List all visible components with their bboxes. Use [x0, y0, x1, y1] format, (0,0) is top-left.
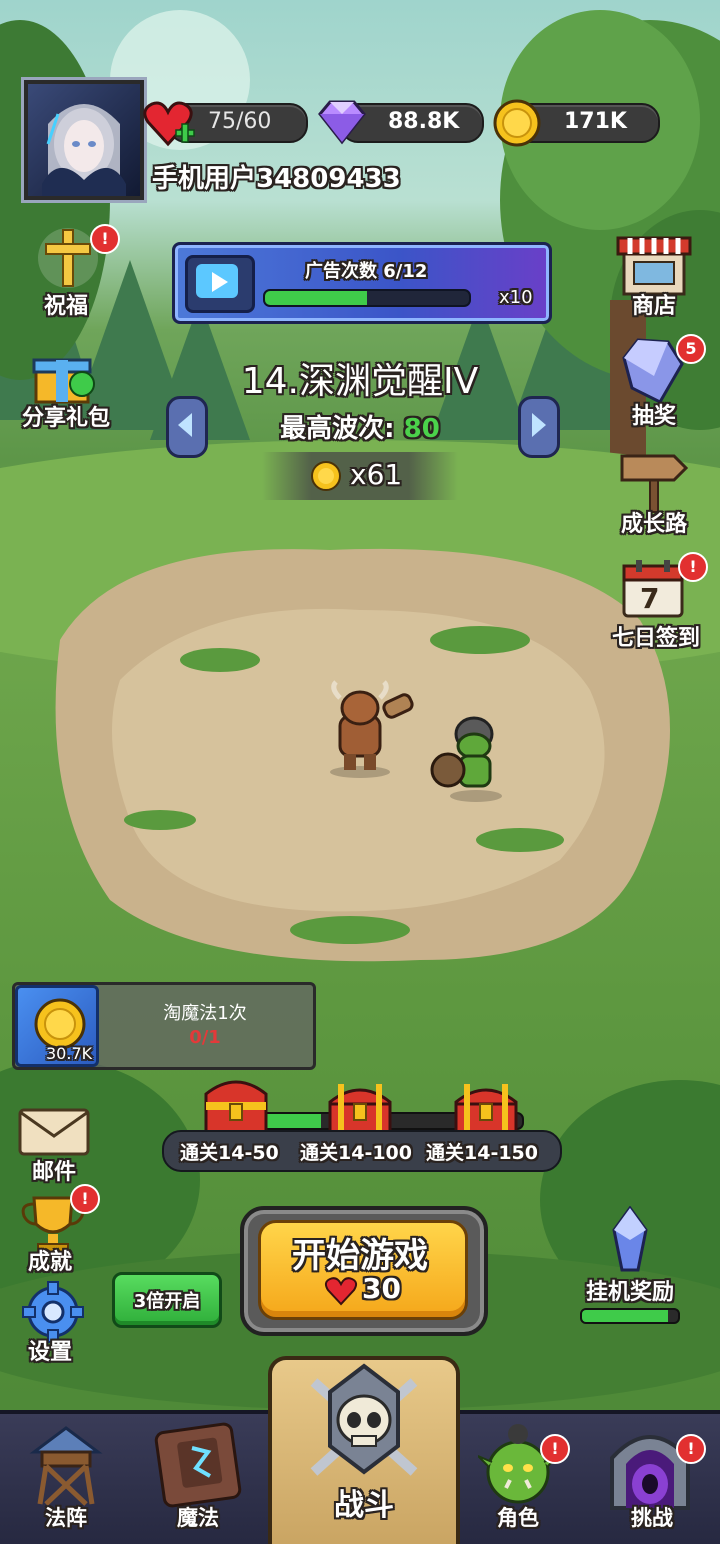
triple-speed-label: 3倍开启 [133, 1291, 201, 1312]
mail-envelope-icon [18, 1108, 90, 1156]
crystal-icon [612, 1206, 648, 1272]
best-wave-label: 最高波次: [280, 414, 395, 444]
lottery-count-badge: 5 [676, 334, 706, 364]
game-scene: 75/60 88.8K 171K 手机用户34809433 ! 祝福 分享礼包 … [0, 0, 720, 1544]
idle-reward-button[interactable]: 挂机奖励 [574, 1206, 686, 1326]
settings-button[interactable]: 设置 [10, 1276, 100, 1366]
gem-icon [318, 100, 366, 145]
shop-label: 商店 [631, 294, 676, 319]
nav-character[interactable]: ! 角色 [458, 1420, 578, 1540]
character-alert-badge: ! [540, 1434, 570, 1464]
nav-formation[interactable]: 法阵 [6, 1420, 126, 1540]
prev-stage-button[interactable] [166, 396, 208, 458]
achievement-button[interactable]: ! 成就 [10, 1182, 106, 1276]
next-stage-button[interactable] [518, 396, 560, 458]
coins-value: 171K [564, 109, 627, 134]
signin-alert-badge: ! [678, 552, 708, 582]
blessing-alert-badge: ! [90, 224, 120, 254]
hearts-value: 75/60 [208, 109, 272, 134]
nav-magic-label: 魔法 [177, 1506, 219, 1530]
chest-label-3: 通关14-150 [426, 1142, 538, 1164]
idle-reward-progress-bar [580, 1308, 680, 1324]
ad-reward-panel[interactable]: 广告次数 6/12 x10 [172, 242, 552, 324]
skull-crossed-swords-icon [310, 1363, 418, 1476]
shop-button[interactable]: 商店 [600, 228, 710, 324]
stage-name: 14.深渊觉醒IV [241, 361, 479, 402]
idle-reward-progress-fill [582, 1310, 669, 1322]
growth-path-button[interactable]: 成长路 [600, 444, 710, 544]
ad-multiplier: x10 [499, 287, 533, 308]
ad-progress-fill [265, 291, 367, 305]
nav-challenge[interactable]: ! 挑战 [592, 1420, 712, 1540]
lottery-button[interactable]: 5 抽奖 [600, 334, 710, 434]
avatar-portrait-icon [42, 104, 126, 196]
achievement-label: 成就 [27, 1250, 72, 1275]
quest-title: 淘魔法1次 [163, 1003, 247, 1024]
share-gift-button[interactable]: 分享礼包 [6, 344, 126, 434]
nav-formation-label: 法阵 [45, 1506, 87, 1530]
stage-reward: x61 [262, 452, 458, 500]
blessing-label: 祝福 [43, 294, 88, 319]
video-icon [185, 255, 255, 313]
watchtower-icon [29, 1426, 103, 1506]
chest-label-1: 通关14-50 [180, 1142, 279, 1164]
growth-path-label: 成长路 [620, 512, 687, 537]
ad-progress-bar [263, 289, 471, 307]
achievement-alert-badge: ! [70, 1184, 100, 1214]
lottery-label: 抽奖 [631, 404, 676, 429]
nav-battle[interactable]: 战斗 [268, 1356, 460, 1544]
challenge-alert-badge: ! [676, 1434, 706, 1464]
best-wave: 最高波次: 80 [150, 408, 570, 445]
chevron-right-icon [532, 413, 546, 437]
heart-icon [324, 1277, 358, 1306]
chest-labels-bar: 通关14-50 通关14-100 通关14-150 [162, 1130, 562, 1172]
nav-battle-label: 战斗 [334, 1488, 394, 1523]
quest-panel[interactable]: 30.7K 淘魔法1次 0/1 [12, 982, 316, 1070]
mail-button[interactable]: 邮件 [10, 1098, 100, 1185]
settings-label: 设置 [27, 1340, 72, 1365]
start-game-button[interactable]: 开始游戏 30 [240, 1206, 488, 1336]
spellbook-icon [154, 1422, 242, 1508]
signin-label: 七日签到 [611, 626, 700, 651]
quest-coin-tile: 30.7K [15, 985, 99, 1067]
chest-label-2: 通关14-100 [300, 1142, 412, 1164]
gems-value: 88.8K [388, 109, 460, 134]
seven-day-signin-button[interactable]: 7 ! 七日签到 [596, 552, 716, 652]
nav-challenge-label: 挑战 [631, 1506, 673, 1530]
idle-reward-label: 挂机奖励 [585, 1280, 674, 1305]
start-game-label: 开始游戏 [292, 1236, 428, 1276]
coin-icon [311, 461, 341, 491]
nav-magic[interactable]: 魔法 [138, 1420, 258, 1540]
chevron-left-icon [178, 413, 192, 437]
blessing-button[interactable]: ! 祝福 [14, 224, 120, 324]
signpost-icon [620, 454, 689, 513]
quest-coin-amount: 30.7K [46, 1044, 93, 1063]
orc-head-icon [478, 1424, 558, 1504]
gift-box-icon [32, 358, 95, 404]
nav-character-label: 角色 [497, 1506, 539, 1530]
share-gift-label: 分享礼包 [21, 406, 110, 431]
username: 手机用户34809433 [152, 164, 401, 194]
heart-icon [143, 101, 195, 147]
ad-count-label: 广告次数 6/12 [305, 261, 428, 282]
quest-progress: 0/1 [189, 1027, 221, 1048]
start-game-cost: 30 [362, 1272, 401, 1305]
minotaur-character [330, 680, 414, 778]
goblin-character [430, 716, 502, 802]
calendar-day: 7 [640, 582, 660, 615]
stage-reward-amount: x61 [350, 458, 403, 491]
coin-icon [493, 99, 541, 147]
avatar[interactable] [24, 80, 144, 200]
best-wave-value: 80 [403, 414, 440, 444]
triple-speed-button[interactable]: 3倍开启 [112, 1272, 222, 1328]
